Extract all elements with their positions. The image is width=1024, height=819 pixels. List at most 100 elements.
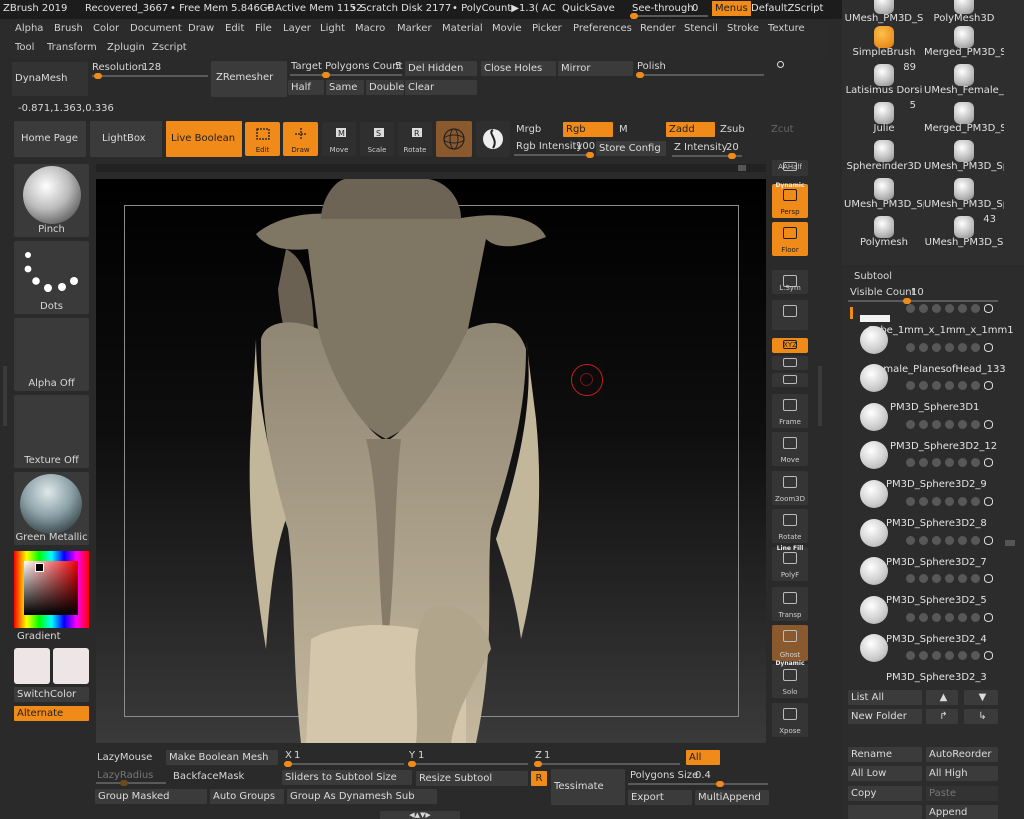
menu-light[interactable]: Light [320, 23, 345, 34]
brush-selector[interactable]: Pinch [14, 164, 89, 237]
color-square[interactable] [24, 561, 78, 615]
z-slider[interactable] [534, 761, 680, 767]
del-hidden-button[interactable]: Del Hidden [405, 61, 477, 76]
default-zscript[interactable]: DefaultZScript [751, 3, 823, 14]
resize-subtool-button[interactable]: Resize Subtool [416, 771, 528, 786]
visible-count-slider[interactable] [848, 298, 998, 304]
tool-thumb[interactable]: 89 Latisimus Dorsi [844, 58, 924, 96]
menu-transform[interactable]: Transform [47, 42, 97, 53]
subtool-toggles[interactable] [906, 497, 1001, 507]
z-intensity-label[interactable]: Z Intensity [674, 142, 728, 153]
target-polygons-slider[interactable] [290, 72, 402, 78]
seethrough-label[interactable]: See-through [632, 3, 694, 14]
quicksave-button[interactable]: QuickSave [562, 3, 615, 14]
rename-button[interactable]: Rename [848, 747, 922, 762]
rotate-z-button[interactable] [772, 373, 808, 387]
lsym-button[interactable]: L.Sym [772, 270, 808, 294]
rgb-intensity-label[interactable]: Rgb Intensity [516, 141, 582, 152]
subtool-toggles[interactable] [906, 342, 1001, 353]
frame-button[interactable]: Frame [772, 394, 808, 428]
group-masked-button[interactable]: Group Masked [95, 789, 207, 804]
color-picker[interactable] [14, 551, 89, 628]
subtool-toggles[interactable] [906, 458, 1001, 468]
right-tray-handle[interactable] [818, 366, 822, 426]
floor-button[interactable]: Floor [772, 222, 808, 256]
export-button[interactable]: Export [628, 790, 692, 805]
aahalf-button[interactable]: AAHalf [772, 160, 808, 176]
store-config-button[interactable]: Store Config [596, 141, 666, 156]
x-label[interactable]: X [285, 750, 292, 761]
list-all-button[interactable]: List All [848, 690, 922, 705]
menu-document[interactable]: Document [130, 23, 182, 34]
sculptris-button[interactable] [476, 121, 510, 157]
main-color-swatch[interactable] [14, 648, 50, 684]
folder-up-button[interactable]: ↱ [926, 709, 958, 724]
menu-file[interactable]: File [255, 23, 272, 34]
paste-button[interactable]: Paste [926, 786, 998, 801]
lazyradius-slider[interactable] [96, 780, 166, 786]
persp-button[interactable]: Persp [772, 184, 808, 218]
zsub-button[interactable]: Zsub [720, 124, 745, 135]
y-label[interactable]: Y [409, 750, 415, 761]
autoreorder-button[interactable]: AutoReorder [926, 747, 998, 762]
menu-movie[interactable]: Movie [492, 23, 522, 34]
menu-brush[interactable]: Brush [54, 23, 83, 34]
subtool-toggles[interactable] [906, 419, 1001, 430]
xpose-button[interactable]: Xpose [772, 703, 808, 737]
transp-button[interactable]: Transp [772, 587, 808, 621]
resolution-label[interactable]: Resolution [92, 62, 144, 73]
seethrough-slider[interactable] [630, 13, 708, 19]
menu-zscript[interactable]: Zscript [152, 42, 187, 53]
ghost-button[interactable]: Ghost [772, 625, 808, 661]
tool-thumb[interactable]: UMesh_PM3D_Sp [844, 172, 924, 210]
alpha-selector[interactable]: Alpha Off [14, 318, 89, 391]
texture-selector[interactable]: Texture Off [14, 395, 89, 468]
zoom3d-button[interactable]: Zoom3D [772, 471, 808, 505]
all-low-button[interactable]: All Low [848, 766, 922, 781]
home-page-button[interactable]: Home Page [14, 121, 86, 157]
subtool-toggles[interactable] [906, 574, 1001, 584]
alternate-button[interactable]: Alternate [14, 706, 89, 721]
menus-button[interactable]: Menus [712, 1, 751, 16]
menu-texture[interactable]: Texture [768, 23, 805, 34]
tool-thumb[interactable]: UMesh_PM3D_Sp [924, 172, 1004, 210]
double-button[interactable]: Double [366, 80, 404, 95]
tool-thumb[interactable]: UMesh_PM3D_Sp [924, 134, 1004, 172]
tool-thumb[interactable]: 43 UMesh_PM3D_S [924, 210, 1004, 248]
move-view-button[interactable]: Move [772, 432, 808, 466]
lock-button[interactable] [772, 300, 808, 330]
tool-thumb[interactable]: Merged_PM3D_S [924, 96, 1004, 134]
left-tray-handle[interactable] [3, 366, 7, 426]
polish-slider[interactable] [636, 72, 764, 78]
document-canvas[interactable] [96, 179, 766, 743]
polish-label[interactable]: Polish [637, 61, 666, 72]
polygons-size-label[interactable]: Polygons Size [630, 770, 698, 781]
mirror-button[interactable]: Mirror [558, 61, 633, 76]
menu-alpha[interactable]: Alpha [15, 23, 43, 34]
live-boolean-button[interactable]: Live Boolean [166, 121, 242, 157]
menu-layer[interactable]: Layer [283, 23, 311, 34]
rotate-mode-button[interactable]: R Rotate [398, 122, 432, 156]
x-slider[interactable] [284, 761, 404, 767]
menu-picker[interactable]: Picker [532, 23, 562, 34]
multiappend-button[interactable]: MultiAppend [695, 790, 769, 805]
stroke-selector[interactable]: Dots [14, 241, 89, 314]
clear-button[interactable]: Clear [405, 80, 477, 95]
bottom-tray-handle[interactable]: ◀▲▼▶ [380, 811, 460, 819]
group-as-dynamesh-button[interactable]: Group As Dynamesh Sub [287, 789, 437, 804]
rgb-button[interactable]: Rgb [563, 122, 613, 137]
dynamesh-button[interactable]: DynaMesh [12, 62, 88, 96]
menu-edit[interactable]: Edit [225, 23, 244, 34]
menu-color[interactable]: Color [93, 23, 119, 34]
polyf-button[interactable]: PolyF [772, 547, 808, 581]
material-selector[interactable]: Green Metallic [14, 472, 89, 545]
insert-button[interactable] [848, 805, 922, 819]
menu-zplugin[interactable]: Zplugin [107, 42, 145, 53]
edit-mode-button[interactable]: Edit [245, 122, 280, 156]
same-button[interactable]: Same [326, 80, 364, 95]
zremesher-button[interactable]: ZRemesher [211, 61, 287, 97]
subtool-toggles[interactable] [906, 651, 1001, 661]
polygons-size-slider[interactable] [628, 781, 768, 787]
subtool-toggles[interactable] [906, 612, 1001, 623]
menu-stroke[interactable]: Stroke [727, 23, 759, 34]
